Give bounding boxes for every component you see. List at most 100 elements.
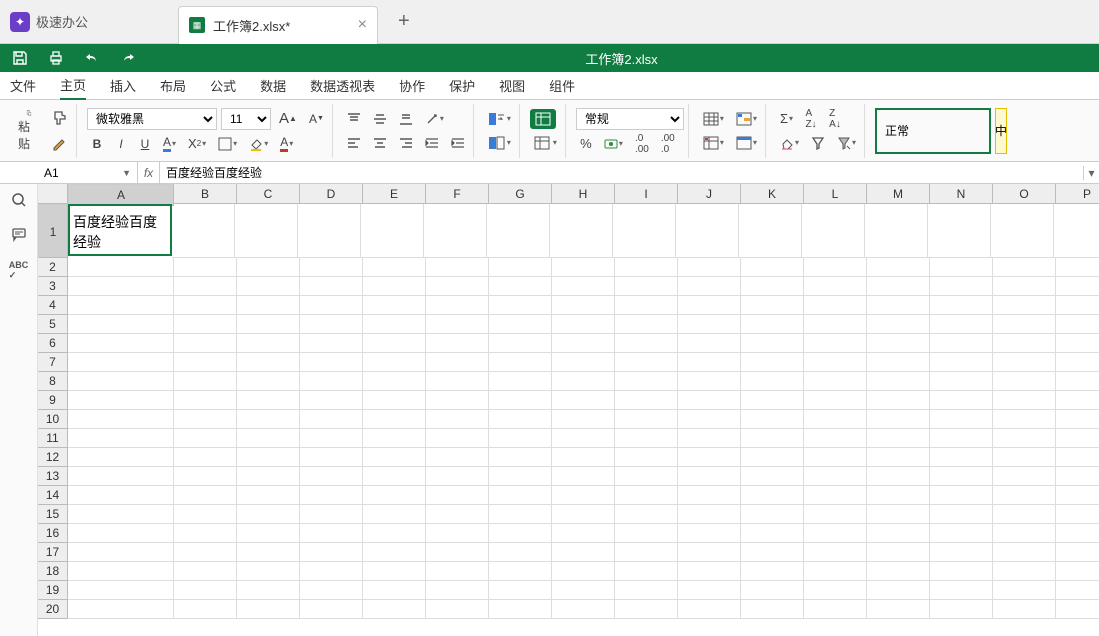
- expand-formula-icon[interactable]: ▾: [1083, 166, 1099, 180]
- new-tab-button[interactable]: +: [398, 10, 410, 33]
- find-icon[interactable]: ▾: [833, 133, 860, 153]
- print-icon[interactable]: [48, 50, 64, 66]
- row-header-15[interactable]: 15: [38, 505, 68, 524]
- sort-asc-icon[interactable]: AZ↓: [801, 109, 821, 129]
- col-header-J[interactable]: J: [678, 184, 741, 204]
- merge-cells-icon[interactable]: ▾: [484, 133, 515, 153]
- row-header-10[interactable]: 10: [38, 410, 68, 429]
- align-top-icon[interactable]: [343, 109, 365, 129]
- name-box[interactable]: A1 ▼: [38, 162, 138, 183]
- wrap-text-icon[interactable]: ▾: [484, 109, 515, 129]
- font-name-select[interactable]: 微软雅黑: [87, 108, 217, 130]
- row-header-9[interactable]: 9: [38, 391, 68, 410]
- menu-协作[interactable]: 协作: [399, 72, 425, 99]
- dec-increase-icon[interactable]: .0.00: [631, 134, 653, 154]
- italic-button[interactable]: I: [111, 134, 131, 154]
- col-header-P[interactable]: P: [1056, 184, 1099, 204]
- close-tab-icon[interactable]: ×: [358, 16, 367, 34]
- align-center-icon[interactable]: [369, 133, 391, 153]
- menu-保护[interactable]: 保护: [449, 72, 475, 99]
- col-header-K[interactable]: K: [741, 184, 804, 204]
- menu-插入[interactable]: 插入: [110, 72, 136, 99]
- font-size-select[interactable]: 11: [221, 108, 271, 130]
- comment-icon[interactable]: [11, 226, 27, 242]
- indent-dec-icon[interactable]: [421, 133, 443, 153]
- spreadsheet-grid[interactable]: ABCDEFGHIJKLMNOP 12345678910111213141516…: [38, 184, 1099, 636]
- row-header-4[interactable]: 4: [38, 296, 68, 315]
- bold-button[interactable]: B: [87, 134, 107, 154]
- row-header-18[interactable]: 18: [38, 562, 68, 581]
- row-header-8[interactable]: 8: [38, 372, 68, 391]
- col-header-H[interactable]: H: [552, 184, 615, 204]
- row-header-20[interactable]: 20: [38, 600, 68, 619]
- font-color-button[interactable]: A▾: [159, 134, 180, 154]
- row-header-1[interactable]: 1: [38, 204, 68, 258]
- number-format-select[interactable]: 常规: [576, 108, 684, 130]
- menu-公式[interactable]: 公式: [210, 72, 236, 99]
- insert-cells-icon[interactable]: ▾: [699, 109, 728, 129]
- currency-button[interactable]: ▾: [600, 134, 627, 154]
- percent-button[interactable]: %: [576, 134, 596, 154]
- format-table-icon[interactable]: ▾: [732, 133, 761, 153]
- format-painter-icon[interactable]: [48, 108, 72, 128]
- search-icon[interactable]: [11, 192, 27, 208]
- col-header-N[interactable]: N: [930, 184, 993, 204]
- align-middle-icon[interactable]: [369, 109, 391, 129]
- formula-input[interactable]: [160, 162, 1083, 183]
- redo-icon[interactable]: [120, 50, 136, 66]
- col-header-D[interactable]: D: [300, 184, 363, 204]
- orientation-icon[interactable]: ▾: [421, 109, 448, 129]
- align-bottom-icon[interactable]: [395, 109, 417, 129]
- row-header-5[interactable]: 5: [38, 315, 68, 334]
- row-header-12[interactable]: 12: [38, 448, 68, 467]
- col-header-B[interactable]: B: [174, 184, 237, 204]
- menu-布局[interactable]: 布局: [160, 72, 186, 99]
- cell-type2-icon[interactable]: ▾: [530, 133, 561, 153]
- save-icon[interactable]: [12, 50, 28, 66]
- col-header-E[interactable]: E: [363, 184, 426, 204]
- delete-cells-icon[interactable]: ▾: [699, 133, 728, 153]
- col-header-F[interactable]: F: [426, 184, 489, 204]
- indent-inc-icon[interactable]: [447, 133, 469, 153]
- row-header-11[interactable]: 11: [38, 429, 68, 448]
- row-header-3[interactable]: 3: [38, 277, 68, 296]
- row-header-19[interactable]: 19: [38, 581, 68, 600]
- font-color2-button[interactable]: A▾: [276, 134, 297, 154]
- dec-decrease-icon[interactable]: .00.0: [657, 134, 679, 154]
- chevron-down-icon[interactable]: ▼: [122, 168, 131, 178]
- col-header-I[interactable]: I: [615, 184, 678, 204]
- autosum-icon[interactable]: Σ▾: [776, 109, 797, 129]
- fx-icon[interactable]: fx: [138, 162, 160, 183]
- select-all-corner[interactable]: [38, 184, 68, 204]
- cell-type-icon[interactable]: [530, 109, 556, 129]
- col-header-L[interactable]: L: [804, 184, 867, 204]
- menu-数据[interactable]: 数据: [260, 72, 286, 99]
- align-left-icon[interactable]: [343, 133, 365, 153]
- document-tab[interactable]: ▦ 工作簿2.xlsx* ×: [178, 6, 378, 44]
- cell-style-normal[interactable]: 正常: [875, 108, 991, 154]
- cell-style-mid[interactable]: 中: [995, 108, 1007, 154]
- strike-button[interactable]: X2▾: [184, 134, 210, 154]
- menu-组件[interactable]: 组件: [549, 72, 575, 99]
- row-header-16[interactable]: 16: [38, 524, 68, 543]
- row-header-2[interactable]: 2: [38, 258, 68, 277]
- decrease-font-icon[interactable]: A▼: [305, 109, 328, 129]
- col-header-M[interactable]: M: [867, 184, 930, 204]
- row-header-14[interactable]: 14: [38, 486, 68, 505]
- fill-color-button[interactable]: ▾: [245, 134, 272, 154]
- menu-文件[interactable]: 文件: [10, 72, 36, 99]
- brush-icon[interactable]: [48, 134, 72, 154]
- increase-font-icon[interactable]: A▲: [275, 109, 301, 129]
- menu-数据透视表[interactable]: 数据透视表: [310, 72, 375, 99]
- row-header-13[interactable]: 13: [38, 467, 68, 486]
- cell-A1[interactable]: 百度经验百度经验: [68, 204, 172, 256]
- menu-主页[interactable]: 主页: [60, 71, 86, 100]
- clear-icon[interactable]: ▾: [776, 133, 803, 153]
- border-button[interactable]: ▾: [214, 134, 241, 154]
- spellcheck-icon[interactable]: ABC✓: [9, 260, 29, 281]
- row-header-17[interactable]: 17: [38, 543, 68, 562]
- sort-desc-icon[interactable]: ZA↓: [825, 109, 845, 129]
- col-header-O[interactable]: O: [993, 184, 1056, 204]
- menu-视图[interactable]: 视图: [499, 72, 525, 99]
- paste-button[interactable]: 粘贴: [14, 107, 44, 155]
